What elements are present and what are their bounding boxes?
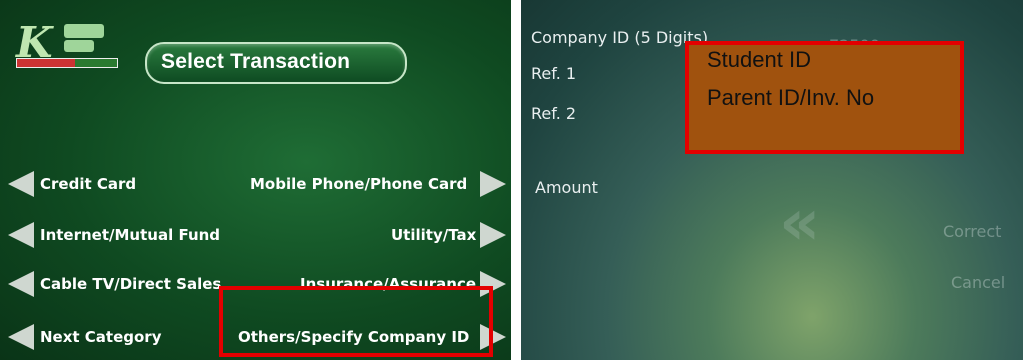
correct-button[interactable]: Correct	[943, 222, 1001, 241]
ref2-label: Ref. 2	[531, 104, 577, 123]
annotation-line-student-id: Student ID	[707, 47, 811, 72]
left-arrow-icon[interactable]	[8, 324, 34, 350]
highlight-box	[219, 286, 493, 357]
cancel-button[interactable]: Cancel	[951, 273, 1005, 292]
bank-logo: K	[12, 18, 122, 70]
payment-entry-screen: Company ID (5 Digits) 72500 Ref. 1 Ref. …	[521, 0, 1023, 360]
chevron-left-icon: «	[779, 186, 821, 260]
annotation-line-parent-id: Parent ID/Inv. No	[707, 85, 875, 110]
right-arrow-icon[interactable]	[480, 171, 506, 197]
option-mobile-phone[interactable]: Mobile Phone/Phone Card	[250, 175, 467, 193]
right-arrow-icon[interactable]	[480, 222, 506, 248]
option-internet-mutual-fund[interactable]: Internet/Mutual Fund	[40, 226, 220, 244]
left-arrow-icon[interactable]	[8, 271, 34, 297]
amount-label: Amount	[535, 178, 598, 197]
annotation-box: Student ID Parent ID/Inv. No	[685, 41, 964, 154]
option-utility-tax[interactable]: Utility/Tax	[391, 226, 476, 244]
option-next-category[interactable]: Next Category	[40, 328, 162, 346]
select-transaction-screen: K Select Transaction Credit Card Mobile …	[0, 0, 511, 360]
option-credit-card[interactable]: Credit Card	[40, 175, 136, 193]
ref1-label: Ref. 1	[531, 64, 577, 83]
company-id-label: Company ID (5 Digits)	[531, 28, 709, 47]
screen-title-text: Select Transaction	[161, 50, 351, 73]
screen-title: Select Transaction	[145, 42, 407, 84]
option-cable-tv[interactable]: Cable TV/Direct Sales	[40, 275, 221, 293]
left-arrow-icon[interactable]	[8, 222, 34, 248]
left-arrow-icon[interactable]	[8, 171, 34, 197]
